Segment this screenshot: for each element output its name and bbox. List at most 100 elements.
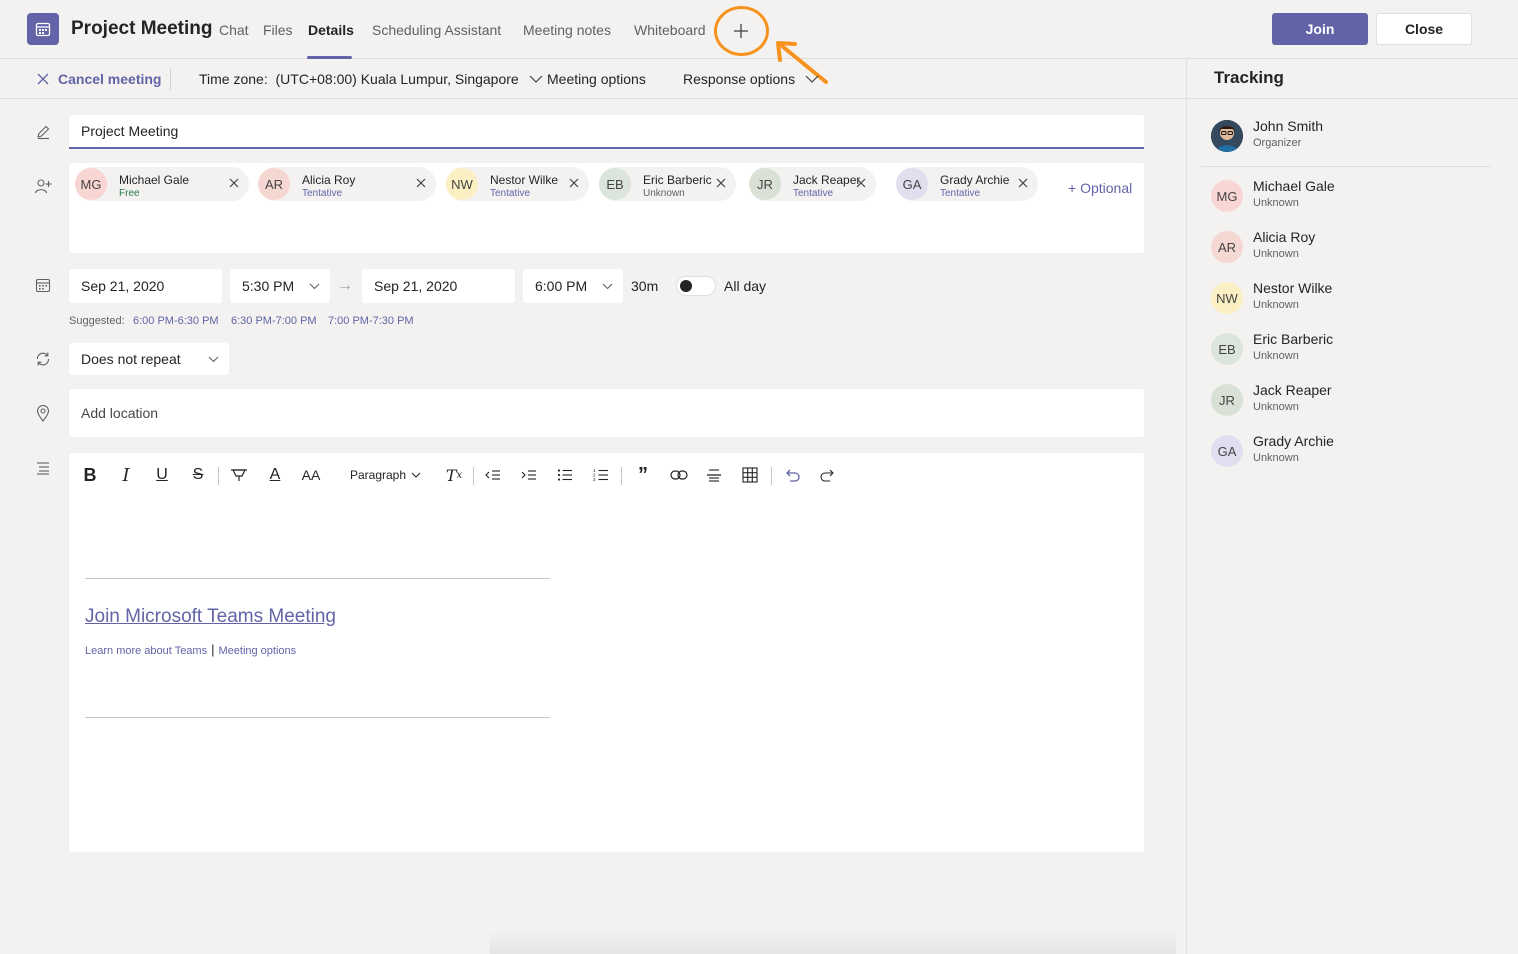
close-icon [37, 73, 49, 85]
organizer-role: Organizer [1253, 137, 1302, 149]
person-name: Michael Gale [1253, 178, 1335, 194]
toolbar-divider [170, 68, 171, 90]
start-date-input[interactable]: Sep 21, 2020 [69, 269, 222, 303]
undo-icon[interactable] [783, 465, 801, 485]
avatar: EB [1211, 333, 1243, 365]
remove-attendee-icon[interactable] [1016, 176, 1030, 190]
join-button[interactable]: Join [1272, 13, 1368, 45]
italic-icon[interactable]: I [117, 465, 135, 486]
link-icon[interactable] [669, 465, 689, 485]
suggested-label: Suggested: [69, 315, 125, 327]
all-day-toggle[interactable] [676, 276, 716, 296]
chevron-down-icon [208, 356, 219, 363]
tracking-panel: Tracking John Smith Organizer MG Michael … [1186, 59, 1518, 954]
clear-formatting-icon[interactable]: Tx [444, 465, 464, 485]
tab-scheduling-assistant[interactable]: Scheduling Assistant [372, 22, 501, 38]
attendee-status: Tentative [793, 188, 834, 199]
attendee-name: Nestor Wilke [490, 173, 559, 187]
suggested-time-link[interactable]: 7:00 PM-7:30 PM [328, 315, 414, 327]
attendee-chip[interactable]: EB Eric Barberic Unknown [599, 167, 736, 201]
toggle-knob [680, 280, 692, 292]
bulleted-list-icon[interactable] [556, 465, 574, 485]
chevron-down-icon [411, 472, 421, 478]
meeting-options-link[interactable]: Meeting options [218, 645, 296, 657]
join-teams-meeting-link[interactable]: Join Microsoft Teams Meeting [85, 606, 336, 628]
location-input[interactable]: Add location [69, 389, 1144, 437]
tab-meeting-notes[interactable]: Meeting notes [523, 22, 611, 38]
arrow-right-icon: → [337, 277, 353, 294]
tab-chat[interactable]: Chat [219, 22, 249, 38]
bold-icon[interactable]: B [81, 465, 99, 485]
attendee-status: Free [119, 188, 140, 199]
toolbar-divider [218, 467, 219, 485]
location-pin-icon [34, 404, 52, 422]
remove-attendee-icon[interactable] [227, 176, 241, 190]
end-time-select[interactable]: 6:00 PM [523, 269, 623, 303]
end-date-input[interactable]: Sep 21, 2020 [362, 269, 515, 303]
toolbar-divider [621, 467, 622, 485]
attendee-name: Alicia Roy [302, 173, 356, 187]
suggested-time-link[interactable]: 6:00 PM-6:30 PM [133, 315, 219, 327]
svg-text:3: 3 [593, 477, 596, 482]
remove-attendee-icon[interactable] [714, 176, 728, 190]
remove-attendee-icon[interactable] [414, 176, 428, 190]
strikethrough-icon[interactable]: S [189, 465, 207, 485]
attendee-status: Unknown [643, 188, 685, 199]
person-status: Unknown [1253, 350, 1299, 362]
horizontal-rule-icon[interactable] [705, 465, 723, 485]
attendees-field[interactable]: MG Michael Gale Free AR Alicia Roy Tentative N… [69, 163, 1144, 253]
font-color-icon[interactable]: A [266, 465, 284, 485]
tab-whiteboard[interactable]: Whiteboard [634, 22, 706, 38]
person-status: Unknown [1253, 248, 1299, 260]
highlight-icon[interactable] [229, 465, 249, 485]
response-options-dropdown[interactable]: Response options [683, 71, 819, 87]
suggested-time-link[interactable]: 6:30 PM-7:00 PM [231, 315, 317, 327]
start-time-value: 5:30 PM [242, 278, 295, 294]
numbered-list-icon[interactable]: 123 [592, 465, 610, 485]
avatar: NW [446, 168, 478, 200]
tab-details[interactable]: Details [308, 22, 354, 38]
toolbar-divider [771, 467, 772, 485]
avatar: MG [1211, 180, 1243, 212]
attendee-chip[interactable]: JR Jack Reaper Tentative [749, 167, 876, 201]
meeting-title-input[interactable]: Project Meeting [69, 115, 1144, 149]
tracking-person-item: MG Michael Gale Unknown [1211, 176, 1491, 216]
attendee-name: Michael Gale [119, 173, 190, 187]
attendee-chip[interactable]: NW Nestor Wilke Tentative [446, 167, 589, 201]
attendee-chip[interactable]: GA Grady Archie Tentative [896, 167, 1038, 201]
remove-attendee-icon[interactable] [567, 176, 581, 190]
calendar-icon [34, 276, 52, 294]
chevron-down-icon [529, 75, 543, 83]
meeting-options-button[interactable]: Meeting options [547, 71, 646, 87]
close-button[interactable]: Close [1376, 13, 1472, 45]
attendee-name: Jack Reaper [793, 173, 861, 187]
quote-icon[interactable]: ” [634, 464, 652, 486]
repeat-select[interactable]: Does not repeat [69, 343, 229, 375]
organizer-name: John Smith [1253, 118, 1324, 134]
table-icon[interactable] [741, 465, 759, 485]
meeting-details-editor[interactable]: B I U S A AA Paragraph Tx 123 ” Join Mic… [69, 453, 1144, 852]
tab-files[interactable]: Files [263, 22, 293, 38]
attendee-chip[interactable]: MG Michael Gale Free [75, 167, 249, 201]
underline-icon[interactable]: U [153, 465, 171, 485]
increase-indent-icon[interactable] [520, 465, 538, 485]
attendee-chip[interactable]: AR Alicia Roy Tentative [258, 167, 436, 201]
start-time-select[interactable]: 5:30 PM [230, 269, 330, 303]
cancel-meeting-label: Cancel meeting [58, 71, 162, 87]
avatar: GA [896, 168, 928, 200]
response-options-label: Response options [683, 71, 796, 87]
timezone-dropdown[interactable]: Time zone: (UTC+08:00) Kuala Lumpur, Sin… [199, 71, 543, 87]
chevron-down-icon [805, 75, 819, 83]
attendee-name: Eric Barberic [643, 173, 712, 187]
redo-icon[interactable] [819, 465, 837, 485]
cancel-meeting-button[interactable]: Cancel meeting [37, 71, 161, 87]
person-status: Unknown [1253, 452, 1299, 464]
font-size-icon[interactable]: AA [301, 465, 321, 485]
avatar: AR [1211, 231, 1243, 263]
add-optional-attendees-link[interactable]: + Optional [1068, 180, 1132, 196]
learn-more-link[interactable]: Learn more about Teams [85, 645, 207, 657]
person-status: Unknown [1253, 401, 1299, 413]
decrease-indent-icon[interactable] [484, 465, 502, 485]
paragraph-style-dropdown[interactable]: Paragraph [348, 465, 423, 485]
remove-attendee-icon[interactable] [854, 176, 868, 190]
